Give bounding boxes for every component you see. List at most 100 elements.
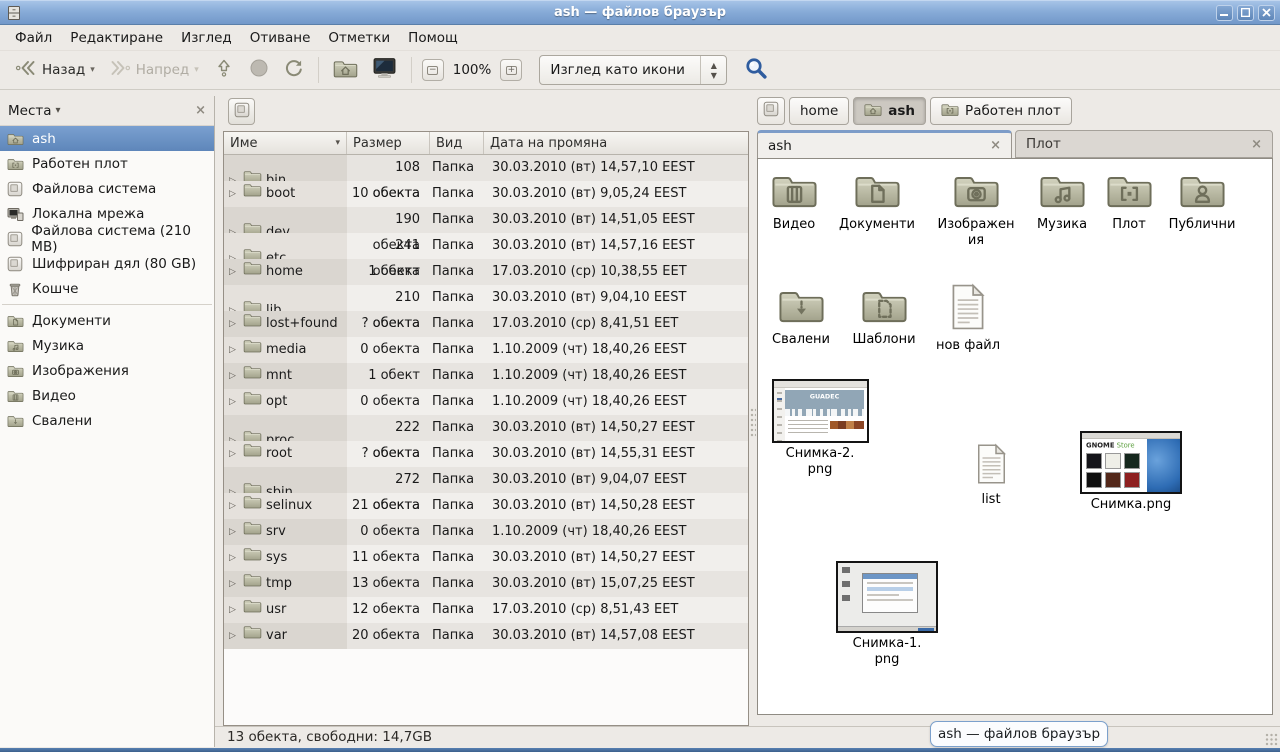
tree-cell-name: ▷lost+found xyxy=(224,311,347,337)
expander-icon[interactable]: ▷ xyxy=(229,311,239,337)
menu-item-3[interactable]: Отиване xyxy=(241,27,320,49)
tree-row-root[interactable]: ▷root? обектаПапка30.03.2010 (вт) 14,55,… xyxy=(224,441,748,467)
spinner-arrows-icon[interactable]: ▲▼ xyxy=(700,56,726,84)
search-button[interactable] xyxy=(741,55,771,85)
sidebar-item-Видео[interactable]: Видео xyxy=(0,383,214,408)
menu-item-5[interactable]: Помощ xyxy=(399,27,467,49)
file-item-Шаблони[interactable]: Шаблони xyxy=(842,286,926,348)
tree-row-sys[interactable]: ▷sys11 обектаПапка30.03.2010 (вт) 14,50,… xyxy=(224,545,748,571)
breadcrumb-desktop-button[interactable]: Работен плот xyxy=(930,97,1072,125)
file-item-Свалени[interactable]: Свалени xyxy=(759,286,843,348)
tree-pane-root-button[interactable] xyxy=(228,98,255,125)
titlebar[interactable]: ash — файлов браузър xyxy=(0,0,1280,25)
tree-row-boot[interactable]: ▷boot10 обектаПапка30.03.2010 (вт) 9,05,… xyxy=(224,181,748,207)
icon-view[interactable]: ВидеоДокументиИзображен ияМузикаПлотПубл… xyxy=(757,158,1273,715)
file-item-Плот[interactable]: Плот xyxy=(1092,171,1166,233)
sidebar-item-ash[interactable]: ash xyxy=(0,126,214,151)
sidebar-dropdown-icon[interactable]: ▾ xyxy=(56,105,61,116)
tree-row-mnt[interactable]: ▷mnt1 обектПапка1.10.2009 (чт) 18,40,26 … xyxy=(224,363,748,389)
tab-plot[interactable]: Плот× xyxy=(1015,130,1273,158)
expander-icon[interactable]: ▷ xyxy=(229,623,239,649)
column-header-type[interactable]: Вид xyxy=(430,132,484,154)
status-text: 13 обекта, свободни: 14,7GB xyxy=(227,729,432,745)
tree-row-selinux[interactable]: ▷selinux21 обектаПапка30.03.2010 (вт) 14… xyxy=(224,493,748,519)
tree-row-home[interactable]: ▷home1 обектПапка17.03.2010 (ср) 10,38,5… xyxy=(224,259,748,285)
tab-close-icon[interactable]: × xyxy=(1251,137,1262,152)
tree-cell-name: ▷selinux xyxy=(224,493,347,519)
zoom-in-button[interactable]: + xyxy=(500,59,522,81)
tree-row-lib[interactable]: ▷lib210 обектаПапка30.03.2010 (вт) 9,04,… xyxy=(224,285,748,311)
file-item-нов-файл[interactable]: нов файл xyxy=(926,283,1010,354)
column-header-size[interactable]: Размер xyxy=(347,132,430,154)
menu-item-0[interactable]: Файл xyxy=(6,27,61,49)
maximize-button[interactable] xyxy=(1237,5,1254,21)
sidebar-item-Шифриран дял (80 GB)[interactable]: Шифриран дял (80 GB) xyxy=(0,251,214,276)
view-mode-select[interactable]: Изглед като икони ▲▼ xyxy=(539,55,727,85)
minimize-button[interactable] xyxy=(1216,5,1233,21)
sidebar-title[interactable]: Места xyxy=(8,103,52,119)
sidebar-item-Файлова система (210 MB)[interactable]: Файлова система (210 MB) xyxy=(0,226,214,251)
tree-row-lost+found[interactable]: ▷lost+found? обектаПапка17.03.2010 (ср) … xyxy=(224,311,748,337)
tab-ash[interactable]: ash× xyxy=(757,130,1012,158)
file-item-Публични[interactable]: Публични xyxy=(1160,171,1244,233)
computer-button[interactable] xyxy=(365,53,404,87)
pane-splitter[interactable] xyxy=(750,408,756,438)
sidebar-item-Свалени[interactable]: Свалени xyxy=(0,408,214,433)
file-item-Документи[interactable]: Документи xyxy=(831,171,923,233)
reload-button[interactable] xyxy=(276,54,311,86)
expander-icon[interactable]: ▷ xyxy=(229,545,239,571)
expander-icon[interactable]: ▷ xyxy=(229,597,239,623)
forward-button[interactable]: Напред ▾ xyxy=(102,54,206,86)
file-item-Снимка-2.-png[interactable]: GUADECСнимка-2. png xyxy=(764,379,876,477)
expander-icon[interactable]: ▷ xyxy=(229,389,239,415)
expander-icon[interactable]: ▷ xyxy=(229,363,239,389)
resize-grip[interactable] xyxy=(1265,733,1278,746)
menu-item-2[interactable]: Изглед xyxy=(172,27,241,49)
sidebar-item-Документи[interactable]: Документи xyxy=(0,308,214,333)
up-button[interactable] xyxy=(206,54,242,86)
file-item-Снимка.png[interactable]: GNOME StoreСнимка.png xyxy=(1075,431,1187,513)
tree-row-etc[interactable]: ▷etc241 обектаПапка30.03.2010 (вт) 14,57… xyxy=(224,233,748,259)
tree-row-var[interactable]: ▷var20 обектаПапка30.03.2010 (вт) 14,57,… xyxy=(224,623,748,649)
breadcrumb-root-button[interactable] xyxy=(757,97,785,125)
file-item-Видео[interactable]: Видео xyxy=(752,171,836,233)
expander-icon[interactable]: ▷ xyxy=(229,337,239,363)
sidebar-item-Файлова система[interactable]: Файлова система xyxy=(0,176,214,201)
expander-icon[interactable]: ▷ xyxy=(229,493,239,519)
tree-row-bin[interactable]: ▷bin108 обектаПапка30.03.2010 (вт) 14,57… xyxy=(224,155,748,181)
breadcrumb-home-button[interactable]: home xyxy=(789,97,849,125)
file-item-list[interactable]: list xyxy=(954,443,1028,508)
file-item-Снимка-1.-png[interactable]: Снимка-1. png xyxy=(831,561,943,667)
column-header-name[interactable]: Име▾ xyxy=(224,132,347,154)
home-button[interactable] xyxy=(326,54,365,87)
expander-icon[interactable]: ▷ xyxy=(229,259,239,285)
breadcrumb-ash-button[interactable]: ash xyxy=(853,97,926,125)
tree-row-sbin[interactable]: ▷sbin272 обектаПапка30.03.2010 (вт) 9,04… xyxy=(224,467,748,493)
tree-row-usr[interactable]: ▷usr12 обектаПапка17.03.2010 (ср) 8,51,4… xyxy=(224,597,748,623)
sidebar-close-icon[interactable]: × xyxy=(195,103,206,118)
sidebar-item-Работен плот[interactable]: Работен плот xyxy=(0,151,214,176)
menu-item-1[interactable]: Редактиране xyxy=(61,27,172,49)
sidebar-item-Музика[interactable]: Музика xyxy=(0,333,214,358)
tree-row-proc[interactable]: ▷proc222 обектаПапка30.03.2010 (вт) 14,5… xyxy=(224,415,748,441)
close-button[interactable] xyxy=(1258,5,1275,21)
expander-icon[interactable]: ▷ xyxy=(229,519,239,545)
file-item-Изображен-ия[interactable]: Изображен ия xyxy=(934,171,1018,248)
tab-close-icon[interactable]: × xyxy=(990,138,1001,153)
menu-item-4[interactable]: Отметки xyxy=(319,27,399,49)
tree-row-media[interactable]: ▷media0 обектаПапка1.10.2009 (чт) 18,40,… xyxy=(224,337,748,363)
back-button[interactable]: Назад ▾ xyxy=(8,54,102,86)
tree-row-opt[interactable]: ▷opt0 обектаПапка1.10.2009 (чт) 18,40,26… xyxy=(224,389,748,415)
expander-icon[interactable]: ▷ xyxy=(229,441,239,467)
sidebar-item-Кошче[interactable]: Кошче xyxy=(0,276,214,301)
back-dropdown-icon[interactable]: ▾ xyxy=(90,65,95,75)
expander-icon[interactable]: ▷ xyxy=(229,571,239,597)
column-header-date[interactable]: Дата на промяна xyxy=(484,132,748,154)
tree-row-srv[interactable]: ▷srv0 обектаПапка1.10.2009 (чт) 18,40,26… xyxy=(224,519,748,545)
sidebar-item-Изображения[interactable]: Изображения xyxy=(0,358,214,383)
expander-icon[interactable]: ▷ xyxy=(229,181,239,207)
zoom-out-button[interactable]: − xyxy=(422,59,444,81)
tree-cell-size: 11 обекта xyxy=(347,545,430,571)
tree-row-dev[interactable]: ▷dev190 обектаПапка30.03.2010 (вт) 14,51… xyxy=(224,207,748,233)
tree-row-tmp[interactable]: ▷tmp13 обектаПапка30.03.2010 (вт) 15,07,… xyxy=(224,571,748,597)
